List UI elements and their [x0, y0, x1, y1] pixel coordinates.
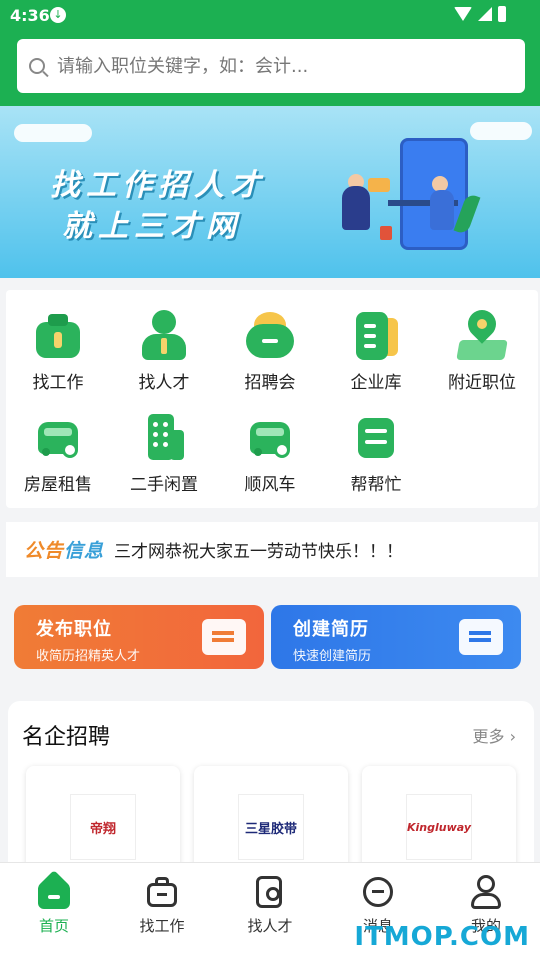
more-link[interactable]: 更多 ›: [472, 723, 516, 747]
announcement-bar[interactable]: 公告信息 三才网恭祝大家五一劳动节快乐！！！: [6, 522, 538, 577]
tab-label: 找人才: [247, 917, 293, 935]
grid-item-second-hand[interactable]: 二手闲置: [112, 412, 216, 495]
more-label: 更多: [472, 727, 505, 746]
chat-bubbles-icon: [244, 310, 296, 362]
battery-icon: [498, 6, 506, 22]
cloud-icon: [14, 124, 92, 142]
person-illustration: [342, 186, 370, 230]
grid-item-label: 找人才: [138, 373, 190, 393]
grid-item-find-talent[interactable]: 找人才: [112, 310, 216, 393]
promo-banner[interactable]: 找工作招人才 就上三才网: [0, 106, 540, 278]
watermark: ITMOP.COM: [354, 922, 530, 952]
announcement-tag-part1: 公告: [24, 540, 65, 562]
search-bar[interactable]: [17, 39, 525, 93]
signal-icon: [478, 7, 492, 21]
plant-illustration: [380, 226, 392, 240]
company-logo: Kingluway: [406, 794, 472, 860]
grid-item-label: 招聘会: [244, 373, 296, 393]
document-icon: [202, 619, 246, 655]
status-icons: [454, 6, 506, 22]
announcement-tag: 公告信息: [24, 536, 104, 563]
house-car-icon: [32, 412, 84, 464]
car-icon: [244, 412, 296, 464]
company-logo: 帝翔: [70, 794, 136, 860]
grid-item-housing[interactable]: 房屋租售: [6, 412, 110, 495]
person-illustration: [430, 190, 454, 230]
section-title: 名企招聘: [22, 725, 111, 750]
resume-icon: [459, 619, 503, 655]
document-icon: [350, 310, 402, 362]
search-input[interactable]: [57, 55, 497, 77]
grid-item-carpool[interactable]: 顺风车: [218, 412, 322, 495]
tab-find-talent[interactable]: 找人才: [225, 875, 315, 936]
chat-bubble-illustration: [368, 178, 390, 192]
message-icon: [361, 875, 395, 909]
briefcase-icon: [32, 310, 84, 362]
search-icon: [29, 58, 45, 74]
grid-item-label: 房屋租售: [24, 475, 92, 495]
grid-item-nearby-jobs[interactable]: 附近职位: [430, 304, 534, 393]
help-box-icon: [350, 412, 402, 464]
building-icon: [138, 412, 190, 464]
tab-find-job[interactable]: 找工作: [117, 875, 207, 936]
announcement-tag-part2: 信息: [64, 540, 105, 562]
banner-headline-2: 就上三才网: [62, 209, 242, 244]
grid-item-label: 二手闲置: [130, 475, 198, 495]
tab-label: 首页: [38, 917, 69, 935]
location-pin-icon: [456, 304, 508, 362]
grid-item-label: 企业库: [350, 373, 402, 393]
create-resume-card[interactable]: 创建简历 快速创建简历: [271, 605, 521, 669]
download-icon: ↓: [50, 7, 66, 23]
grid-item-label: 帮帮忙: [350, 475, 402, 495]
tab-home[interactable]: 首页: [9, 870, 99, 936]
home-icon: [37, 870, 71, 909]
status-time: 4:36: [10, 6, 50, 25]
grid-item-find-job[interactable]: 找工作: [6, 310, 110, 393]
post-job-card[interactable]: 发布职位 收简历招精英人才: [14, 605, 264, 669]
feature-grid: 找工作 找人才 招聘会 企业库 附近职位 房屋租售 二手闲置 顺风车 帮帮忙: [6, 290, 538, 508]
announcement-text: 三才网恭祝大家五一劳动节快乐！！！: [114, 542, 404, 562]
chevron-right-icon: ›: [509, 727, 516, 746]
header: 4:36 ↓: [0, 0, 540, 106]
banner-headline-1: 找工作招人才: [50, 168, 266, 203]
search-document-icon: [253, 875, 287, 909]
grid-item-label: 找工作: [32, 373, 84, 393]
tab-label: 找工作: [139, 917, 185, 935]
grid-item-job-fair[interactable]: 招聘会: [218, 310, 322, 393]
grid-item-company-library[interactable]: 企业库: [324, 310, 428, 393]
briefcase-icon: [145, 875, 179, 909]
company-logo: 三星胶带: [238, 794, 304, 860]
person-icon: [138, 310, 190, 362]
status-bar: 4:36 ↓: [0, 0, 540, 32]
grid-item-label: 顺风车: [244, 475, 296, 495]
cloud-icon: [470, 122, 532, 140]
grid-item-help[interactable]: 帮帮忙: [324, 412, 428, 495]
grid-item-label: 附近职位: [448, 373, 516, 393]
user-icon: [469, 875, 503, 909]
wifi-icon: [454, 7, 472, 21]
